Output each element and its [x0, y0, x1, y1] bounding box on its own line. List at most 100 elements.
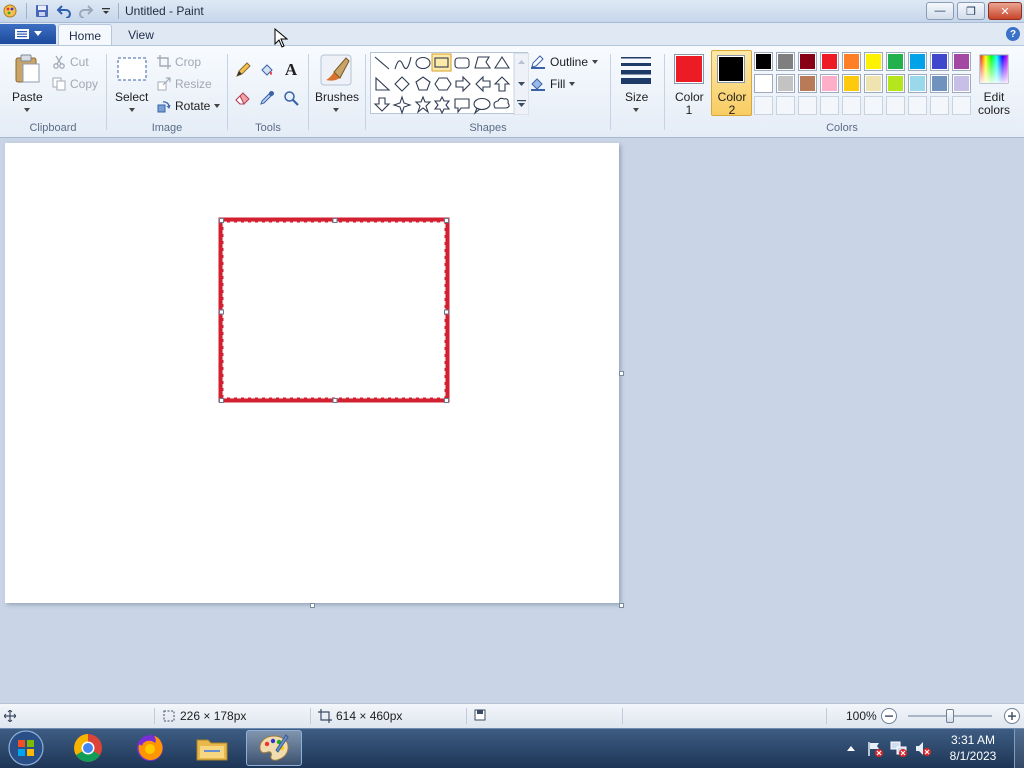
- custom-color-slot[interactable]: [864, 96, 883, 115]
- palette-color-swatch[interactable]: [952, 52, 971, 71]
- outline-button[interactable]: Outline: [530, 54, 604, 70]
- palette-color-swatch[interactable]: [798, 74, 817, 93]
- drawn-rectangle[interactable]: [218, 217, 450, 403]
- right-triangle-shape[interactable]: [375, 76, 391, 91]
- close-button[interactable]: ✕: [988, 2, 1022, 20]
- shapes-gallery[interactable]: [370, 52, 529, 115]
- edit-colors-button[interactable]: Edit colors: [976, 50, 1012, 117]
- zoom-out-button[interactable]: [881, 708, 897, 724]
- palette-color-swatch[interactable]: [776, 52, 795, 71]
- custom-color-slot[interactable]: [908, 96, 927, 115]
- volume-tray-button[interactable]: [914, 740, 932, 758]
- selection-outline[interactable]: [219, 218, 449, 403]
- palette-color-swatch[interactable]: [776, 74, 795, 93]
- customize-quick-access-icon[interactable]: [98, 3, 114, 19]
- clock[interactable]: 3:31 AM 8/1/2023: [944, 732, 1002, 766]
- palette-color-swatch[interactable]: [754, 74, 773, 93]
- diamond-shape[interactable]: [394, 76, 410, 92]
- palette-color-swatch[interactable]: [886, 74, 905, 93]
- file-menu-button[interactable]: [0, 24, 56, 44]
- palette-color-swatch[interactable]: [820, 52, 839, 71]
- paint-taskbar-button[interactable]: [246, 730, 302, 766]
- down-arrow-shape[interactable]: [373, 97, 391, 112]
- rotate-button[interactable]: Rotate: [157, 98, 223, 114]
- save-icon[interactable]: [34, 3, 50, 19]
- selection-handle[interactable]: [332, 218, 338, 223]
- hexagon-shape[interactable]: [434, 77, 452, 91]
- selection-handle[interactable]: [444, 398, 449, 403]
- rounded-rectangle-shape[interactable]: [454, 57, 470, 69]
- pencil-tool[interactable]: [233, 60, 253, 80]
- text-tool[interactable]: A: [281, 60, 301, 80]
- four-point-star-shape[interactable]: [392, 95, 412, 115]
- zoom-in-button[interactable]: [1004, 708, 1020, 724]
- custom-color-slot[interactable]: [952, 96, 971, 115]
- paste-button[interactable]: Paste: [8, 52, 48, 118]
- palette-color-swatch[interactable]: [952, 74, 971, 93]
- show-hidden-icons-button[interactable]: [846, 740, 856, 756]
- maximize-button[interactable]: ❐: [957, 2, 985, 20]
- rounded-callout-shape[interactable]: [454, 98, 470, 114]
- oval-callout-shape[interactable]: [473, 97, 491, 115]
- size-button[interactable]: Size: [616, 52, 656, 118]
- help-icon[interactable]: ?: [1006, 27, 1020, 41]
- chrome-taskbar-button[interactable]: [60, 730, 116, 766]
- color2-button[interactable]: Color 2: [711, 50, 752, 117]
- canvas-resize-handle-bottom[interactable]: [310, 603, 315, 608]
- start-button[interactable]: [6, 729, 46, 767]
- action-center-tray-button[interactable]: [866, 740, 884, 758]
- curve-shape[interactable]: [394, 56, 412, 70]
- fill-button[interactable]: Fill: [530, 76, 590, 92]
- palette-color-swatch[interactable]: [842, 74, 861, 93]
- copy-button[interactable]: Copy: [52, 76, 102, 92]
- palette-color-swatch[interactable]: [798, 52, 817, 71]
- palette-color-swatch[interactable]: [908, 74, 927, 93]
- drawing-canvas[interactable]: [5, 143, 619, 603]
- gallery-scrollbar[interactable]: [513, 53, 529, 115]
- cloud-callout-shape[interactable]: [493, 97, 510, 109]
- pentagon-shape[interactable]: [415, 76, 431, 91]
- canvas-resize-handle-right[interactable]: [619, 371, 624, 376]
- file-explorer-taskbar-button[interactable]: [184, 730, 240, 766]
- palette-color-swatch[interactable]: [864, 74, 883, 93]
- tab-view[interactable]: View: [116, 24, 166, 46]
- paint-app-icon[interactable]: [2, 3, 18, 19]
- palette-color-swatch[interactable]: [864, 52, 883, 71]
- palette-color-swatch[interactable]: [930, 74, 949, 93]
- left-arrow-shape[interactable]: [475, 75, 491, 93]
- selection-handle[interactable]: [332, 398, 338, 403]
- palette-color-swatch[interactable]: [908, 52, 927, 71]
- right-arrow-shape[interactable]: [455, 75, 471, 93]
- crop-button[interactable]: Crop: [157, 54, 217, 70]
- selection-handle[interactable]: [219, 309, 224, 315]
- palette-color-swatch[interactable]: [820, 74, 839, 93]
- cut-button[interactable]: Cut: [52, 54, 102, 70]
- six-point-star-shape[interactable]: [433, 95, 451, 115]
- triangle-shape[interactable]: [493, 55, 511, 69]
- palette-color-swatch[interactable]: [754, 52, 773, 71]
- custom-color-slot[interactable]: [930, 96, 949, 115]
- canvas-resize-handle-corner[interactable]: [619, 603, 624, 608]
- line-shape[interactable]: [374, 56, 390, 70]
- brushes-button[interactable]: Brushes: [312, 52, 360, 118]
- selection-handle[interactable]: [444, 218, 449, 223]
- eraser-tool[interactable]: [233, 88, 253, 108]
- palette-color-swatch[interactable]: [930, 52, 949, 71]
- five-point-star-shape[interactable]: [414, 95, 432, 114]
- rectangle-shape[interactable]: [431, 53, 452, 72]
- minimize-button[interactable]: —: [926, 2, 954, 20]
- custom-color-slot[interactable]: [886, 96, 905, 115]
- palette-color-swatch[interactable]: [842, 52, 861, 71]
- undo-icon[interactable]: [56, 3, 72, 19]
- selection-handle[interactable]: [444, 309, 449, 315]
- selection-handle[interactable]: [219, 398, 224, 403]
- magnifier-tool[interactable]: [281, 88, 301, 108]
- oval-shape[interactable]: [415, 56, 431, 70]
- up-arrow-shape[interactable]: [493, 76, 511, 92]
- custom-color-slot[interactable]: [842, 96, 861, 115]
- tab-home[interactable]: Home: [58, 24, 112, 46]
- color-picker-tool[interactable]: [257, 88, 277, 108]
- show-desktop-button[interactable]: [1014, 729, 1024, 768]
- palette-color-swatch[interactable]: [886, 52, 905, 71]
- zoom-slider-thumb[interactable]: [946, 709, 954, 723]
